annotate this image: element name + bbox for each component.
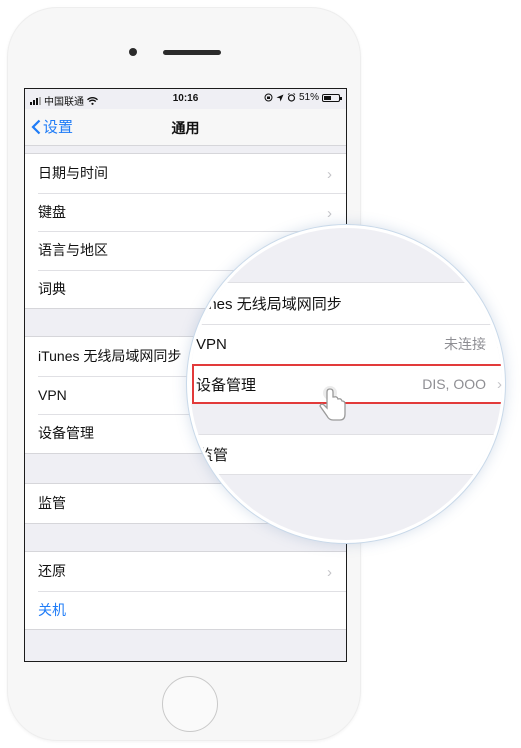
earpiece-speaker [163, 50, 221, 55]
rotation-lock-icon [264, 93, 273, 102]
chevron-right-icon: › [327, 564, 332, 581]
row-label: iTunes 无线局域网同步 [38, 348, 182, 365]
row-label: 日期与时间 [38, 165, 108, 182]
row-label: 还原 [38, 563, 66, 580]
row-label: 语言与地区 [38, 242, 108, 259]
status-bar: 中国联通 10:16 51% [25, 89, 346, 109]
home-button[interactable] [162, 676, 218, 732]
row-keyboard[interactable]: 键盘 › [25, 192, 346, 232]
settings-group-4: 还原 › 关机 [25, 551, 346, 630]
lens-row-supervision: 监管 [190, 434, 502, 474]
row-label: 键盘 [38, 203, 66, 220]
row-label: 设备管理 [38, 425, 94, 442]
lens-row-vpn: VPN 未连接 › [190, 324, 502, 364]
page-title: 通用 [171, 120, 200, 136]
lens-label: VPN [196, 335, 227, 353]
lens-divider [190, 474, 502, 475]
lens-label: unes 无线局域网同步 [200, 295, 342, 313]
front-camera [129, 48, 137, 56]
nav-bar: 设置 通用 [25, 109, 346, 146]
row-label: VPN [38, 386, 67, 403]
tap-hand-icon [319, 386, 346, 421]
row-label: 关机 [38, 601, 66, 618]
row-label: 监管 [38, 495, 66, 512]
vpn-status-value: 未连接 [444, 336, 486, 352]
row-reset[interactable]: 还原 › [25, 552, 346, 591]
lens-row-itunes: unes 无线局域网同步 [190, 283, 502, 323]
location-icon [276, 94, 284, 101]
chevron-right-icon: › [497, 335, 502, 353]
battery-percent: 51% [298, 92, 319, 103]
alarm-icon [287, 93, 296, 102]
lens-label: 监管 [198, 446, 229, 464]
row-label: 词典 [38, 280, 66, 297]
row-date-time[interactable]: 日期与时间 › [25, 154, 346, 193]
row-shutdown[interactable]: 关机 [25, 590, 346, 630]
battery-icon [322, 93, 342, 102]
magnifier-lens: unes 无线局域网同步 VPN 未连接 › 设备管理 DIS, OOO › 监… [187, 225, 505, 543]
chevron-right-icon: › [327, 204, 332, 222]
chevron-right-icon: › [327, 166, 332, 183]
